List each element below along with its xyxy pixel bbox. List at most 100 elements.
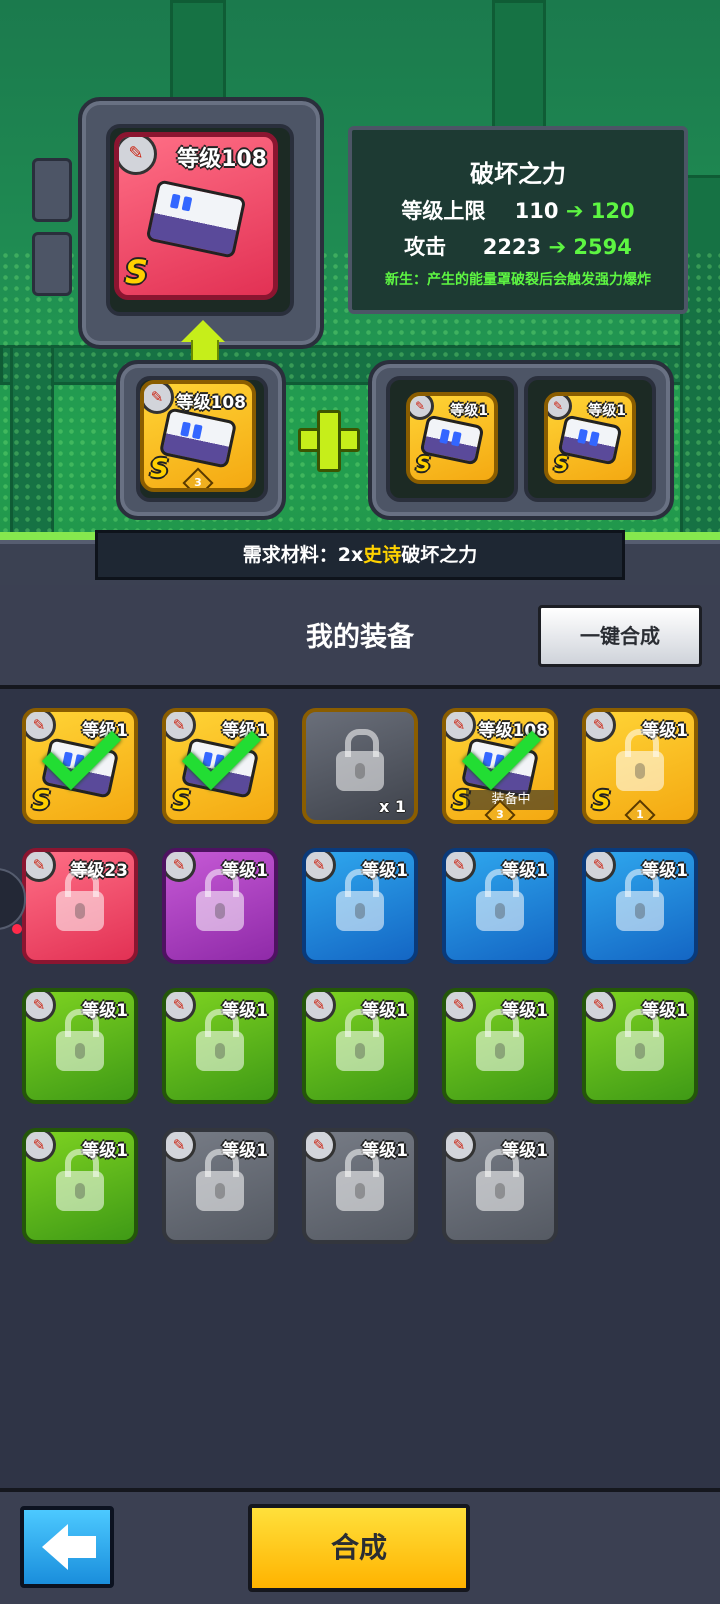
inventory-item[interactable]: ✎ 等级1 xyxy=(302,988,418,1104)
upgrade-arrow-icon xyxy=(181,320,225,342)
attack-row: 攻击 2223 ➔ 2594 xyxy=(352,231,684,261)
one-key-merge-button[interactable]: 一键合成 xyxy=(538,605,702,667)
inventory-item[interactable]: ✎ 等级1 xyxy=(162,1128,278,1244)
lock-icon xyxy=(196,1149,244,1212)
inventory-item[interactable]: ✎ 等级1 S 1 xyxy=(582,708,698,824)
gun-type-icon: ✎ xyxy=(306,1132,336,1162)
base-item-card[interactable]: ✎ 等级108 S 3 xyxy=(140,380,256,492)
rank-label: S xyxy=(592,786,611,816)
inventory-item[interactable]: ✎ 等级1 xyxy=(442,1128,558,1244)
frame-bolt xyxy=(32,158,72,222)
gun-type-icon: ✎ xyxy=(166,992,196,1022)
inventory-item[interactable]: x 1 xyxy=(302,708,418,824)
inventory-item[interactable]: ✎ 等级1 xyxy=(302,1128,418,1244)
inventory-item[interactable]: ✎ 等级1 xyxy=(22,1128,138,1244)
lock-icon xyxy=(56,1149,104,1212)
lock-icon xyxy=(476,1149,524,1212)
gun-type-icon: ✎ xyxy=(166,852,196,882)
inventory-item[interactable]: ✎ 等级1 xyxy=(442,988,558,1104)
back-arrow-stem xyxy=(66,1536,96,1558)
lock-icon xyxy=(56,869,104,932)
item-quantity: x 1 xyxy=(378,797,406,816)
inventory-item[interactable]: ✎ 等级1 xyxy=(162,848,278,964)
gun-type-icon: ✎ xyxy=(144,384,174,414)
lock-icon xyxy=(616,729,664,792)
background-pipe xyxy=(170,0,226,106)
rank-label: S xyxy=(150,454,169,484)
upgrade-info-panel: 破坏之力 等级上限 110 ➔ 120 攻击 2223 ➔ 2594 新生：产生… xyxy=(348,126,688,314)
inventory-item[interactable]: ✎ 等级1 xyxy=(582,988,698,1104)
upgrade-arrow-stem xyxy=(191,340,219,362)
level-cap-label: 等级上限 xyxy=(401,199,486,223)
item-level: 等级108 xyxy=(177,147,267,172)
item-name: 破坏之力 xyxy=(470,160,566,188)
plus-icon-vertical xyxy=(317,410,341,472)
level-cap-from: 110 xyxy=(514,199,559,223)
item-level: 等级1 xyxy=(588,403,626,419)
lock-icon xyxy=(476,1009,524,1072)
back-arrow-icon xyxy=(42,1524,68,1570)
lock-icon xyxy=(196,1009,244,1072)
arrow-right-icon: ➔ xyxy=(548,235,567,259)
requirement-prefix: 需求材料：2x xyxy=(242,544,364,566)
inventory-item[interactable]: ✎ 等级1 xyxy=(22,988,138,1104)
star-count-badge: 3 xyxy=(182,467,214,489)
gun-type-icon: ✎ xyxy=(586,852,616,882)
background-pipe xyxy=(492,0,546,136)
lock-icon xyxy=(196,869,244,932)
requirement-rarity: 史诗 xyxy=(363,544,402,566)
level-cap-row: 等级上限 110 ➔ 120 xyxy=(352,195,684,225)
back-button[interactable] xyxy=(20,1506,114,1588)
rebirth-effect: 新生：产生的能量罩破裂后会触发强力爆炸 xyxy=(385,272,651,288)
material-card-1[interactable]: ✎ 等级1 S xyxy=(406,392,498,484)
lock-icon xyxy=(476,869,524,932)
star-count: 1 xyxy=(636,808,644,821)
inventory-item[interactable]: ✎ 等级108 S 装备中 3 xyxy=(442,708,558,824)
gun-type-icon: ✎ xyxy=(26,1132,56,1162)
gun-type-icon: ✎ xyxy=(306,852,336,882)
frame-bolt xyxy=(32,232,72,296)
gun-type-icon: ✎ xyxy=(26,992,56,1022)
gun-type-icon: ✎ xyxy=(446,992,476,1022)
rank-label: S xyxy=(172,786,191,816)
inventory-item[interactable]: ✎ 等级1 xyxy=(582,848,698,964)
gun-icon xyxy=(145,179,247,259)
star-count: 3 xyxy=(496,808,504,821)
material-requirement: 需求材料：2x史诗破坏之力 xyxy=(95,530,625,580)
inventory-item[interactable]: ✎ 等级1 S xyxy=(162,708,278,824)
notification-dot xyxy=(12,924,22,934)
gun-type-icon: ✎ xyxy=(166,1132,196,1162)
arrow-right-icon: ➔ xyxy=(565,199,584,223)
attack-from: 2223 xyxy=(482,235,542,259)
merge-button[interactable]: 合成 xyxy=(248,1504,470,1592)
lock-icon xyxy=(336,1149,384,1212)
inventory-item[interactable]: ✎ 等级1 xyxy=(442,848,558,964)
lock-icon xyxy=(336,1009,384,1072)
target-item-card[interactable]: ✎ 等级108 S xyxy=(114,132,278,300)
item-level: 等级108 xyxy=(176,393,247,413)
inventory-item[interactable]: ✎ 等级1 xyxy=(302,848,418,964)
requirement-name: 破坏之力 xyxy=(401,544,478,566)
gun-type-icon: ✎ xyxy=(586,712,616,742)
star-count: 3 xyxy=(194,476,202,489)
gun-type-icon: ✎ xyxy=(586,992,616,1022)
lock-icon xyxy=(616,869,664,932)
gun-type-icon: ✎ xyxy=(166,712,196,742)
attack-to: 2594 xyxy=(573,235,632,259)
rank-label: S xyxy=(125,253,149,291)
material-card-2[interactable]: ✎ 等级1 S xyxy=(544,392,636,484)
lock-icon xyxy=(336,729,384,792)
lock-icon xyxy=(336,869,384,932)
inventory-item[interactable]: ✎ 等级1 xyxy=(162,988,278,1104)
inventory-item[interactable]: ✎ 等级1 S xyxy=(22,708,138,824)
attack-label: 攻击 xyxy=(404,235,447,259)
equipped-label: 装备中 xyxy=(466,790,554,810)
inventory-item[interactable]: ✎ 等级23 xyxy=(22,848,138,964)
rank-label: S xyxy=(32,786,51,816)
gun-type-icon: ✎ xyxy=(446,1132,476,1162)
gun-type-icon: ✎ xyxy=(26,852,56,882)
level-cap-to: 120 xyxy=(590,199,635,223)
lock-icon xyxy=(56,1009,104,1072)
gun-type-icon: ✎ xyxy=(119,137,157,175)
gun-type-icon: ✎ xyxy=(446,852,476,882)
